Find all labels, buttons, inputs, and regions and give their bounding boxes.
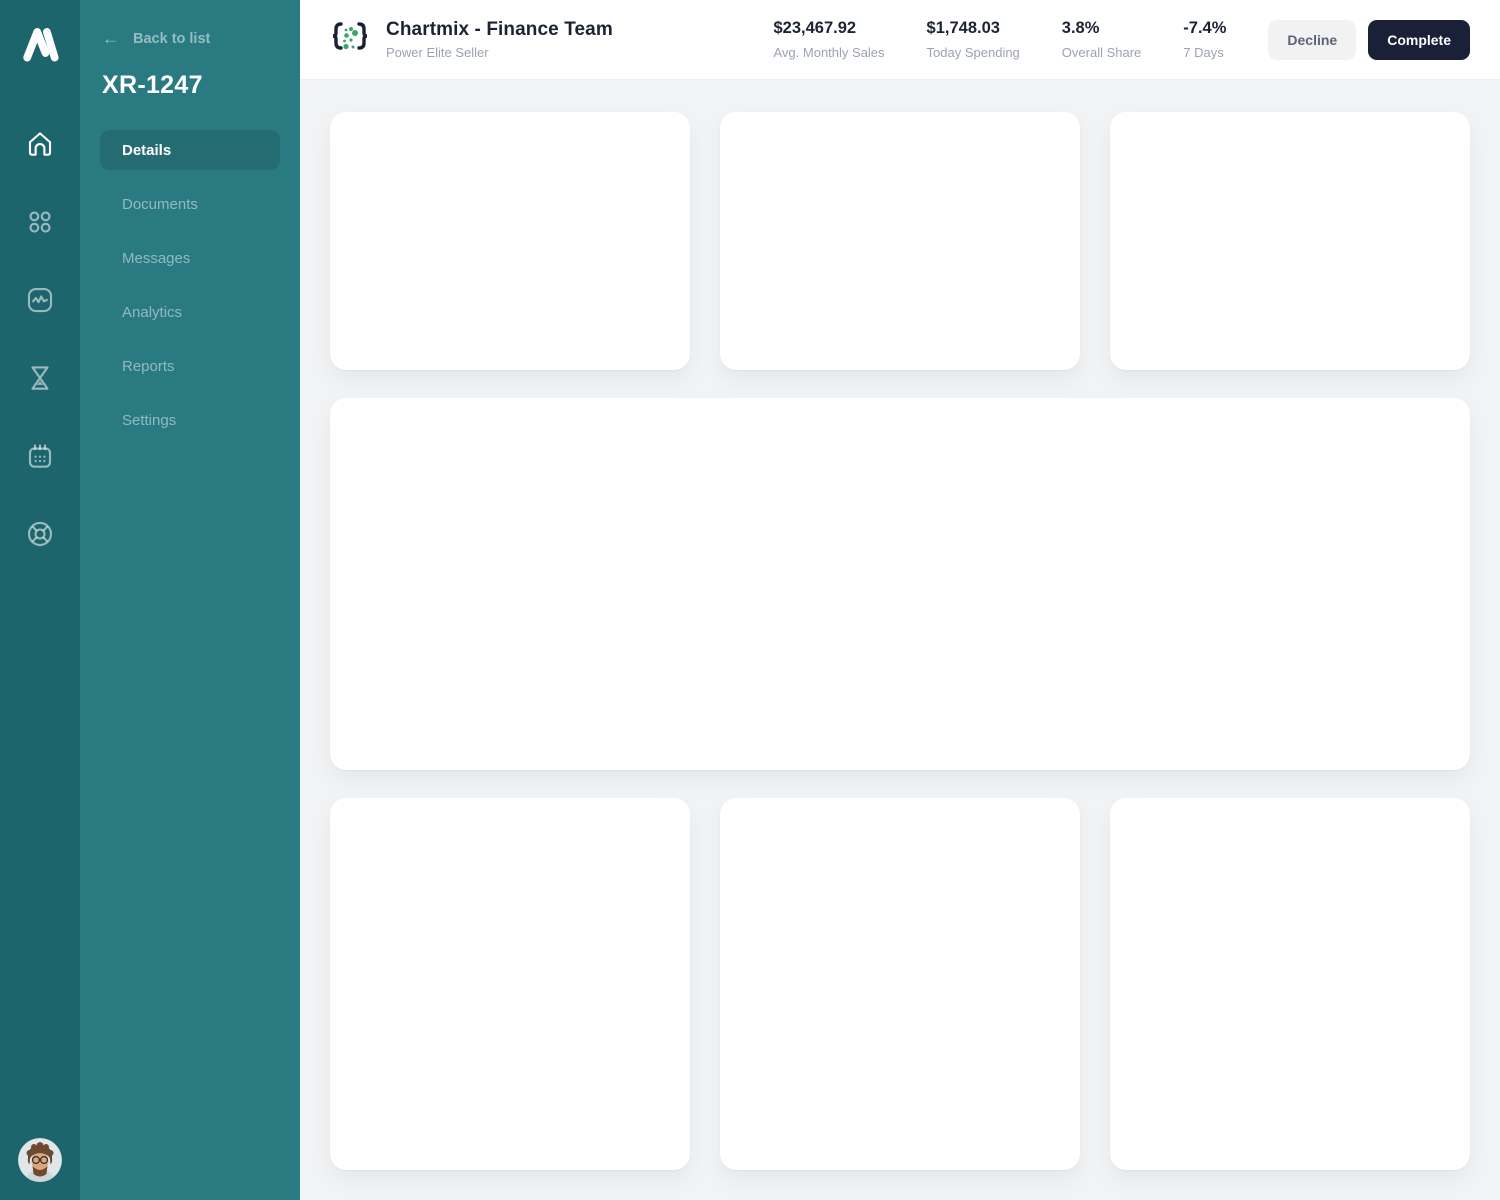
back-to-list-link[interactable]: ← Back to list [102, 30, 280, 47]
back-to-list-label: Back to list [133, 30, 211, 47]
home-icon[interactable] [24, 128, 56, 160]
team-titles: Chartmix - Finance Team Power Elite Sell… [386, 19, 613, 60]
sidebar-item-analytics[interactable]: Analytics [100, 292, 280, 332]
empty-card-1 [330, 112, 690, 370]
sidebar-item-label: Documents [122, 195, 198, 213]
stat-avg-monthly-sales: $23,467.92 Avg. Monthly Sales [774, 19, 885, 60]
stat-label: Avg. Monthly Sales [773, 45, 885, 60]
stat-label: Today Spending [926, 45, 1020, 60]
lifebuoy-help-icon[interactable] [24, 518, 56, 550]
calendar-icon[interactable] [24, 440, 56, 472]
sidebar-item-label: Reports [122, 357, 175, 375]
empty-card-6 [1110, 798, 1470, 1170]
braces-dots-logo-icon [330, 20, 370, 60]
user-avatar[interactable] [18, 1138, 62, 1182]
stat-overall-share: 3.8% Overall Share [1062, 19, 1141, 60]
main-area: Chartmix - Finance Team Power Elite Sell… [300, 0, 1500, 1200]
top-card-row [330, 112, 1470, 370]
sidebar-item-reports[interactable]: Reports [100, 346, 280, 386]
stat-value: $1,748.03 [926, 19, 1000, 37]
case-id-title: XR-1247 [102, 71, 203, 99]
team-brand: Chartmix - Finance Team Power Elite Sell… [330, 19, 613, 60]
stat-label: Overall Share [1061, 45, 1142, 60]
activity-chart-icon[interactable] [24, 284, 56, 316]
app-logo-icon[interactable] [16, 18, 64, 66]
stat-7-days: -7.4% 7 Days [1183, 19, 1226, 60]
sidebar-item-label: Settings [122, 411, 177, 429]
empty-card-3 [1110, 112, 1470, 370]
stat-value: 3.8% [1061, 19, 1100, 37]
empty-card-2 [720, 112, 1080, 370]
sidebar-item-label: Details [122, 141, 172, 159]
topbar: Chartmix - Finance Team Power Elite Sell… [300, 0, 1500, 80]
sidebar-item-label: Analytics [122, 303, 183, 321]
team-subtitle: Power Elite Seller [386, 45, 489, 60]
stat-today-spending: $1,748.03 Today Spending [927, 19, 1020, 60]
empty-card-4 [330, 798, 690, 1170]
sidebar-item-settings[interactable]: Settings [100, 400, 280, 440]
sidebar-item-label: Messages [122, 249, 191, 267]
stat-value: -7.4% [1183, 19, 1227, 37]
case-sidebar: ← Back to list XR-1247 Details Documents… [80, 0, 300, 1200]
sidebar-item-documents[interactable]: Documents [100, 184, 280, 224]
header-stats: $23,467.92 Avg. Monthly Sales $1,748.03 … [774, 19, 1227, 60]
rail-nav [24, 128, 56, 550]
content-area [300, 80, 1500, 1200]
stat-label: 7 Days [1183, 45, 1224, 60]
empty-card-5 [720, 798, 1080, 1170]
empty-wide-card [330, 398, 1470, 770]
hourglass-icon[interactable] [24, 362, 56, 394]
bottom-card-row [330, 798, 1470, 1170]
complete-button[interactable]: Complete [1368, 19, 1470, 60]
sidebar-nav: Details Documents Messages Analytics Rep… [100, 130, 280, 454]
apps-grid-icon[interactable] [24, 206, 56, 238]
header-actions: Decline Complete [1268, 19, 1470, 60]
icon-rail [0, 0, 80, 1200]
team-title: Chartmix - Finance Team [386, 19, 613, 40]
sidebar-item-messages[interactable]: Messages [100, 238, 280, 278]
sidebar-item-details[interactable]: Details [100, 130, 280, 170]
arrow-left-icon: ← [102, 29, 119, 48]
decline-button[interactable]: Decline [1268, 19, 1357, 60]
stat-value: $23,467.92 [773, 19, 857, 37]
